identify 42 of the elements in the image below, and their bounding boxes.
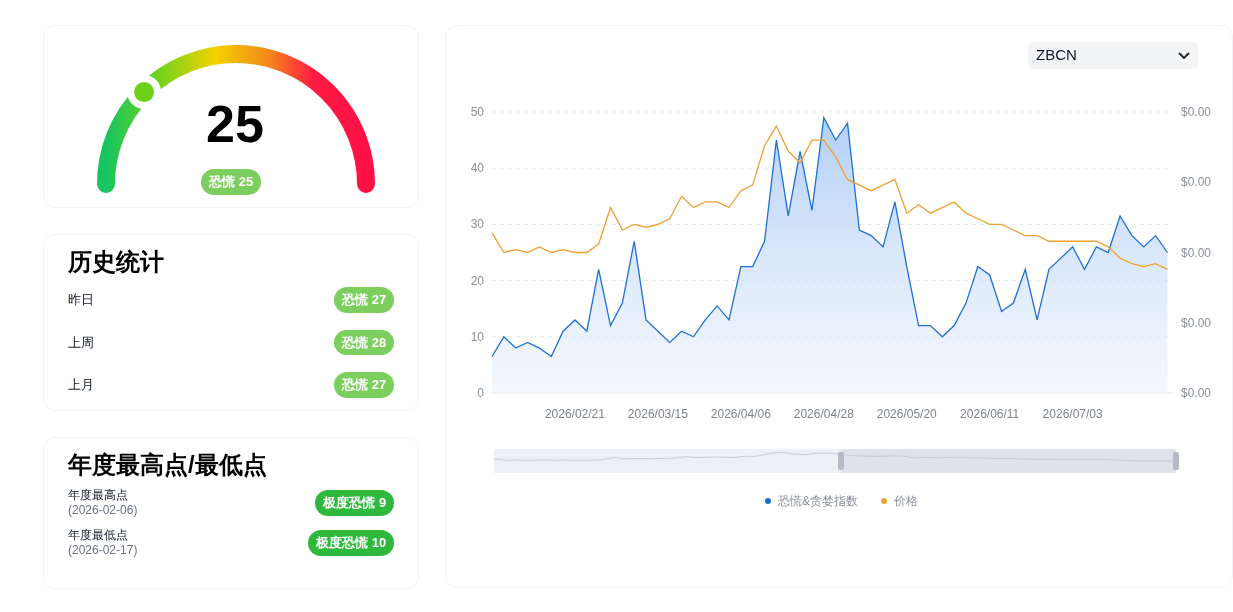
stat-label: 年度最高点 — [68, 488, 129, 503]
stat-label: 上月 — [68, 376, 94, 394]
price-axis-label: $0.00 — [1181, 315, 1212, 330]
x-axis-label: 2026/04/06 — [711, 407, 772, 421]
price-axis-label: $0.00 — [1181, 245, 1212, 260]
x-axis-label: 2026/05/20 — [876, 407, 937, 421]
sentiment-badge: 恐慌 25 — [201, 169, 262, 195]
price-axis-label: $0.00 — [1181, 175, 1212, 190]
x-axis-label: 2026/02/21 — [545, 407, 606, 421]
sentiment-badge: 恐慌 27 — [334, 372, 395, 398]
sentiment-badge: 极度恐慌 10 — [308, 530, 395, 556]
x-axis-label: 2026/03/15 — [628, 407, 689, 421]
stat-label: 昨日 — [68, 291, 94, 309]
x-axis-label: 2026/06/11 — [960, 407, 1020, 421]
sentiment-badge: 恐慌 28 — [334, 329, 395, 355]
y-axis-label: 40 — [470, 161, 485, 176]
legend-label[interactable]: 价格 — [894, 494, 919, 508]
y-axis-label: 20 — [470, 273, 485, 288]
range-handle[interactable] — [1173, 452, 1180, 470]
sentiment-badge: 恐慌 27 — [334, 287, 395, 313]
dropdown-value: ZBCN — [1036, 45, 1077, 66]
card-title: 年度最高点/最低点 — [68, 450, 268, 480]
x-axis-label: 2026/07/03 — [1042, 407, 1103, 421]
chevron-down-icon — [1178, 51, 1190, 60]
y-axis-label: 10 — [470, 329, 485, 344]
index-value: 25 — [205, 98, 265, 150]
range-navigator[interactable] — [493, 449, 1177, 473]
y-axis-label: 0 — [477, 386, 485, 400]
stat-label: 上周 — [68, 333, 94, 352]
y-axis-label: 30 — [470, 217, 485, 232]
y-axis-label: 50 — [470, 105, 485, 119]
range-handle[interactable] — [838, 452, 845, 470]
x-axis-label: 2026/04/28 — [793, 407, 854, 421]
price-axis-label: $0.00 — [1181, 105, 1212, 119]
stat-date: (2026-02-17) — [68, 543, 138, 558]
sentiment-badge: 极度恐慌 9 — [315, 490, 395, 516]
price-axis-label: $0.00 — [1181, 386, 1212, 400]
stat-date: (2026-02-06) — [68, 503, 138, 518]
legend-label[interactable]: 恐慌&贪婪指数 — [778, 494, 859, 508]
card-title: 历史统计 — [68, 247, 165, 277]
stat-label: 年度最低点 — [68, 528, 129, 543]
coin-dropdown[interactable]: ZBCN — [1028, 42, 1198, 69]
